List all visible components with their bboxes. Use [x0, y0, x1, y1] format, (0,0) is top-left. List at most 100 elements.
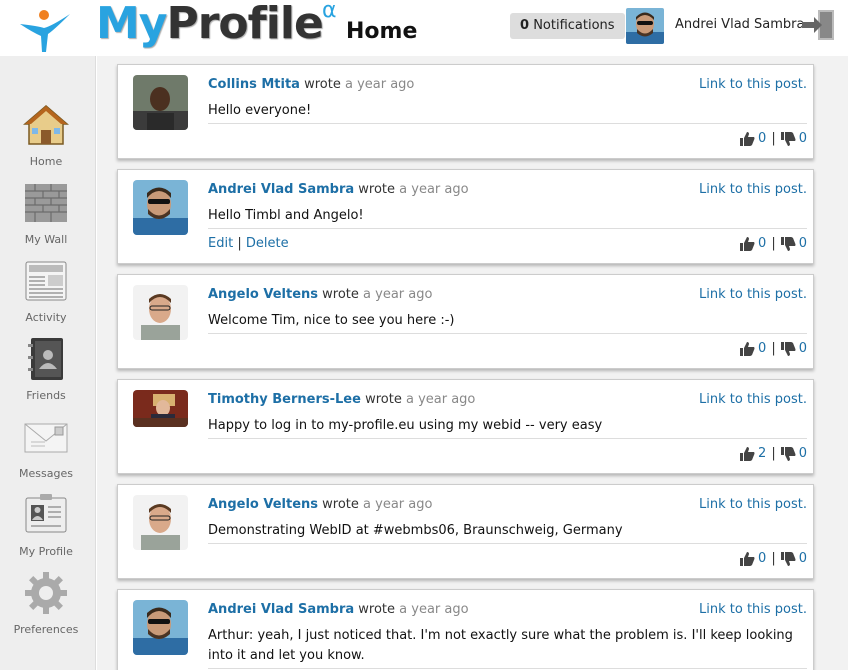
- sidebar-item-label: Home: [29, 155, 63, 168]
- post-meta: Andrei Vlad Sambra wrote a year ago: [208, 602, 469, 617]
- post-permalink[interactable]: Link to this post.: [699, 392, 807, 407]
- sidebar-item-my-wall[interactable]: My Wall: [0, 180, 92, 246]
- author-avatar[interactable]: [133, 180, 188, 235]
- post-actions: Edit | Delete: [208, 236, 289, 251]
- address-book-icon: [28, 338, 63, 380]
- sidebar-item-label: Activity: [25, 311, 67, 324]
- header: MyProfile α Home 0 Notifications Andrei …: [0, 0, 848, 56]
- thumbs-down-icon[interactable]: [780, 446, 796, 461]
- brand-alpha: α: [322, 0, 336, 23]
- post-author[interactable]: Andrei Vlad Sambra: [208, 182, 354, 197]
- post-author[interactable]: Angelo Veltens: [208, 287, 318, 302]
- post-permalink[interactable]: Link to this post.: [699, 182, 807, 197]
- user-name[interactable]: Andrei Vlad Sambra: [675, 17, 805, 32]
- post-card: Andrei Vlad Sambra wrote a year ago Link…: [117, 169, 814, 264]
- post-time: a year ago: [344, 77, 415, 92]
- post-time: a year ago: [399, 182, 469, 197]
- thumbs-up-icon[interactable]: [740, 551, 755, 566]
- like-count: 0: [758, 131, 767, 146]
- thumbs-down-icon[interactable]: [780, 551, 796, 566]
- post-time: a year ago: [363, 287, 433, 302]
- dislike-count: 0: [798, 341, 807, 356]
- sidebar-item-label: Friends: [26, 389, 66, 402]
- like-count: 2: [758, 446, 767, 461]
- post-meta: Collins Mtita wrote a year ago: [208, 77, 414, 92]
- notifications-label: Notifications: [533, 18, 615, 33]
- post-wrote: wrote: [365, 392, 402, 407]
- author-avatar[interactable]: [133, 285, 188, 340]
- brand-logo[interactable]: MyProfile α: [96, 0, 336, 49]
- sidebar-item-preferences[interactable]: Preferences: [0, 570, 92, 636]
- post-text: Welcome Tim, nice to see you here :-): [208, 313, 455, 328]
- gear-icon: [25, 572, 67, 614]
- post-votes: 2 | 0: [740, 446, 807, 461]
- page-title: Home: [346, 19, 418, 44]
- thumbs-up-icon[interactable]: [740, 446, 755, 461]
- delete-link[interactable]: Delete: [246, 236, 289, 251]
- post-votes: 0 | 0: [740, 551, 807, 566]
- envelope-icon: [24, 423, 68, 453]
- post-author[interactable]: Angelo Veltens: [208, 497, 318, 512]
- author-avatar[interactable]: [133, 495, 188, 550]
- sidebar-item-label: Preferences: [13, 623, 79, 636]
- post-meta: Timothy Berners-Lee wrote a year ago: [208, 392, 475, 407]
- notifications-button[interactable]: 0 Notifications: [510, 13, 625, 39]
- thumbs-up-icon[interactable]: [740, 236, 755, 251]
- logout-icon[interactable]: [800, 8, 836, 42]
- post-time: a year ago: [363, 497, 433, 512]
- sidebar-item-messages[interactable]: Messages: [0, 414, 92, 480]
- post-wrote: wrote: [322, 497, 359, 512]
- divider: [208, 333, 807, 334]
- sidebar-item-friends[interactable]: Friends: [0, 336, 92, 402]
- author-avatar[interactable]: [133, 390, 188, 427]
- thumbs-down-icon[interactable]: [780, 341, 796, 356]
- sidebar-item-my-profile[interactable]: My Profile: [0, 492, 92, 558]
- post-author[interactable]: Collins Mtita: [208, 77, 300, 92]
- thumbs-up-icon[interactable]: [740, 341, 755, 356]
- divider: [208, 543, 807, 544]
- post-permalink[interactable]: Link to this post.: [699, 287, 807, 302]
- notifications-count: 0: [520, 18, 530, 33]
- dislike-count: 0: [798, 236, 807, 251]
- post-votes: 0 | 0: [740, 131, 807, 146]
- post-author[interactable]: Andrei Vlad Sambra: [208, 602, 354, 617]
- like-count: 0: [758, 341, 767, 356]
- post-text: Arthur: yeah, I just noticed that. I'm n…: [208, 628, 793, 663]
- post-wrote: wrote: [358, 602, 396, 617]
- divider: [208, 228, 807, 229]
- post-card: Timothy Berners-Lee wrote a year ago Lin…: [117, 379, 814, 474]
- dislike-count: 0: [798, 131, 807, 146]
- sidebar-item-label: My Profile: [19, 545, 73, 558]
- post-text: Demonstrating WebID at #webmbs06, Brauns…: [208, 523, 623, 538]
- post-author[interactable]: Timothy Berners-Lee: [208, 392, 361, 407]
- author-avatar[interactable]: [133, 600, 188, 655]
- thumbs-up-icon[interactable]: [740, 131, 755, 146]
- post-wrote: wrote: [304, 77, 341, 92]
- user-avatar[interactable]: [626, 8, 664, 44]
- sidebar: Home My Wall Activity Friends Messages M…: [0, 56, 96, 670]
- wall-icon: [25, 184, 67, 222]
- sidebar-item-home[interactable]: Home: [0, 102, 92, 168]
- post-permalink[interactable]: Link to this post.: [699, 602, 807, 617]
- post-permalink[interactable]: Link to this post.: [699, 497, 807, 512]
- brand-my: My: [96, 0, 167, 49]
- post-votes: 0 | 0: [740, 236, 807, 251]
- post-meta: Angelo Veltens wrote a year ago: [208, 497, 432, 512]
- edit-link[interactable]: Edit: [208, 236, 233, 251]
- post-time: a year ago: [399, 602, 469, 617]
- post-permalink[interactable]: Link to this post.: [699, 77, 807, 92]
- post-card: Collins Mtita wrote a year ago Link to t…: [117, 64, 814, 159]
- post-time: a year ago: [405, 392, 476, 407]
- dislike-count: 0: [798, 446, 807, 461]
- logo-person-icon[interactable]: [18, 6, 72, 52]
- brand-profile: Profile: [166, 0, 323, 49]
- author-avatar[interactable]: [133, 75, 188, 130]
- dislike-count: 0: [798, 551, 807, 566]
- thumbs-down-icon[interactable]: [780, 131, 796, 146]
- divider: [208, 438, 807, 439]
- sidebar-item-activity[interactable]: Activity: [0, 258, 92, 324]
- post-card: Angelo Veltens wrote a year ago Link to …: [117, 484, 814, 579]
- thumbs-down-icon[interactable]: [780, 236, 796, 251]
- newspaper-icon: [25, 261, 67, 301]
- home-icon: [22, 105, 70, 145]
